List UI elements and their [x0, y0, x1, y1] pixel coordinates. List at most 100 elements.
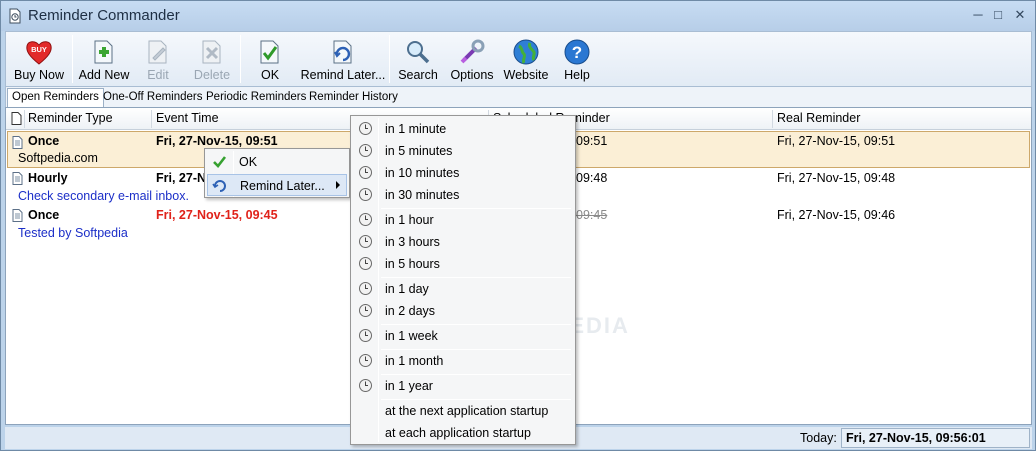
- remind-later-icon: [333, 40, 352, 64]
- check-icon: [213, 156, 227, 168]
- column-divider[interactable]: [772, 110, 773, 128]
- wrench-icon: [460, 39, 485, 64]
- tab-reminder-history[interactable]: Reminder History: [305, 89, 402, 106]
- submenu-item-2-days[interactable]: in 2 days: [353, 300, 573, 322]
- submenu-item-label: in 1 week: [385, 329, 438, 343]
- help-button[interactable]: ? Help: [559, 34, 595, 86]
- column-divider[interactable]: [151, 110, 152, 128]
- submenu-item-label: in 10 minutes: [385, 166, 460, 180]
- toolbar-separator: [72, 35, 73, 83]
- window-title: Reminder Commander: [28, 7, 180, 24]
- minimize-icon[interactable]: ─: [969, 7, 987, 23]
- heart-buy-icon: BUY: [26, 41, 52, 65]
- submenu-item-label: in 5 minutes: [385, 144, 453, 158]
- remind-later-label: Remind Later...: [300, 68, 386, 82]
- submenu-item-next-startup[interactable]: at the next application startup: [353, 400, 573, 422]
- add-document-icon: [94, 40, 113, 64]
- event-time: Fri, 27-Nov-15, 09:45: [156, 208, 278, 222]
- website-label: Website: [503, 68, 549, 82]
- app-icon: [9, 8, 21, 24]
- title-bar: Reminder Commander ─ □ ✕: [1, 1, 1035, 31]
- menu-item-ok[interactable]: OK: [207, 151, 347, 173]
- column-reminder-type[interactable]: Reminder Type: [28, 111, 113, 125]
- scheduled-reminder: 09:45: [576, 208, 608, 222]
- submenu-item-1-day[interactable]: in 1 day: [353, 278, 573, 300]
- search-button[interactable]: Search: [398, 34, 438, 86]
- remind-later-button[interactable]: Remind Later...: [300, 34, 386, 86]
- menu-item-remind-later[interactable]: Remind Later...: [207, 174, 347, 196]
- svg-text:BUY: BUY: [31, 45, 47, 54]
- ok-label: OK: [260, 68, 280, 82]
- submenu-item-label: at the next application startup: [385, 404, 549, 418]
- reminder-type: Hourly: [28, 171, 68, 185]
- remind-later-icon: [212, 180, 226, 192]
- submenu-item-each-startup[interactable]: at each application startup: [353, 422, 573, 444]
- submenu-item-1-year[interactable]: in 1 year: [353, 375, 573, 397]
- reminder-document-icon: [12, 136, 23, 149]
- toolbar-separator: [240, 35, 241, 83]
- maximize-icon[interactable]: □: [989, 7, 1007, 23]
- help-icon: ?: [564, 39, 590, 65]
- document-icon: [11, 112, 22, 125]
- submenu-item-label: in 1 day: [385, 282, 429, 296]
- submenu-item-30-minutes[interactable]: in 30 minutes: [353, 184, 573, 206]
- clock-icon: [359, 213, 372, 226]
- submenu-item-label: in 1 minute: [385, 122, 447, 136]
- edit-button[interactable]: Edit: [138, 34, 178, 86]
- svg-text:?: ?: [572, 43, 582, 62]
- close-icon[interactable]: ✕: [1011, 7, 1029, 23]
- clock-icon: [359, 282, 372, 295]
- tab-open-reminders[interactable]: Open Reminders: [7, 88, 104, 107]
- edit-document-icon: [148, 40, 167, 64]
- clock-icon: [359, 304, 372, 317]
- tab-one-off-reminders[interactable]: One-Off Reminders: [99, 89, 207, 106]
- today-label: Today:: [800, 431, 837, 445]
- submenu-item-1-month[interactable]: in 1 month: [353, 350, 573, 372]
- edit-label: Edit: [147, 68, 169, 82]
- options-button[interactable]: Options: [448, 34, 496, 86]
- column-event-time[interactable]: Event Time: [156, 111, 219, 125]
- submenu-item-1-week[interactable]: in 1 week: [353, 325, 573, 347]
- tab-periodic-reminders[interactable]: Periodic Reminders: [202, 89, 310, 106]
- reminder-note: Tested by Softpedia: [18, 226, 128, 240]
- submenu-arrow-icon: [336, 181, 340, 189]
- buy-now-button[interactable]: BUY Buy Now: [8, 34, 70, 86]
- submenu-item-label: in 1 year: [385, 379, 433, 393]
- app-window: Reminder Commander ─ □ ✕ BUY Buy Now Add…: [0, 0, 1036, 451]
- reminder-note: Check secondary e-mail inbox.: [18, 189, 189, 203]
- tab-strip: Open Reminders One-Off Reminders Periodi…: [5, 87, 1032, 107]
- check-document-icon: [260, 40, 279, 64]
- column-divider[interactable]: [24, 110, 25, 128]
- submenu-item-1-minute[interactable]: in 1 minute: [353, 118, 573, 140]
- submenu-item-5-hours[interactable]: in 5 hours: [353, 253, 573, 275]
- submenu-item-3-hours[interactable]: in 3 hours: [353, 231, 573, 253]
- event-time: Fri, 27-Nov-15, 09:51: [156, 134, 278, 148]
- delete-button[interactable]: Delete: [190, 34, 234, 86]
- scheduled-reminder: 09:48: [576, 171, 608, 185]
- buy-now-label: Buy Now: [13, 68, 65, 82]
- reminder-note: Softpedia.com: [18, 151, 98, 165]
- column-real-reminder[interactable]: Real Reminder: [777, 111, 860, 125]
- toolbar: BUY Buy Now Add New Edit Delete OK Remin…: [5, 31, 1032, 87]
- ok-button[interactable]: OK: [250, 34, 290, 86]
- clock-icon: [359, 379, 372, 392]
- submenu-item-1-hour[interactable]: in 1 hour: [353, 209, 573, 231]
- clock-icon: [359, 144, 372, 157]
- submenu-item-5-minutes[interactable]: in 5 minutes: [353, 140, 573, 162]
- remind-later-submenu: in 1 minute in 5 minutes in 10 minutes i…: [350, 115, 576, 445]
- real-reminder: Fri, 27-Nov-15, 09:46: [777, 208, 896, 222]
- submenu-item-label: at each application startup: [385, 426, 531, 440]
- delete-label: Delete: [193, 68, 231, 82]
- search-label: Search: [398, 68, 438, 82]
- clock-icon: [359, 166, 372, 179]
- help-label: Help: [564, 68, 590, 82]
- options-label: Options: [450, 68, 494, 82]
- website-button[interactable]: Website: [502, 34, 550, 86]
- submenu-item-10-minutes[interactable]: in 10 minutes: [353, 162, 573, 184]
- add-new-label: Add New: [78, 68, 130, 82]
- clock-icon: [359, 235, 372, 248]
- scheduled-reminder: 09:51: [576, 134, 608, 148]
- add-new-button[interactable]: Add New: [76, 34, 132, 86]
- event-time: Fri, 27-N: [156, 171, 207, 185]
- menu-item-label: Remind Later...: [240, 179, 325, 193]
